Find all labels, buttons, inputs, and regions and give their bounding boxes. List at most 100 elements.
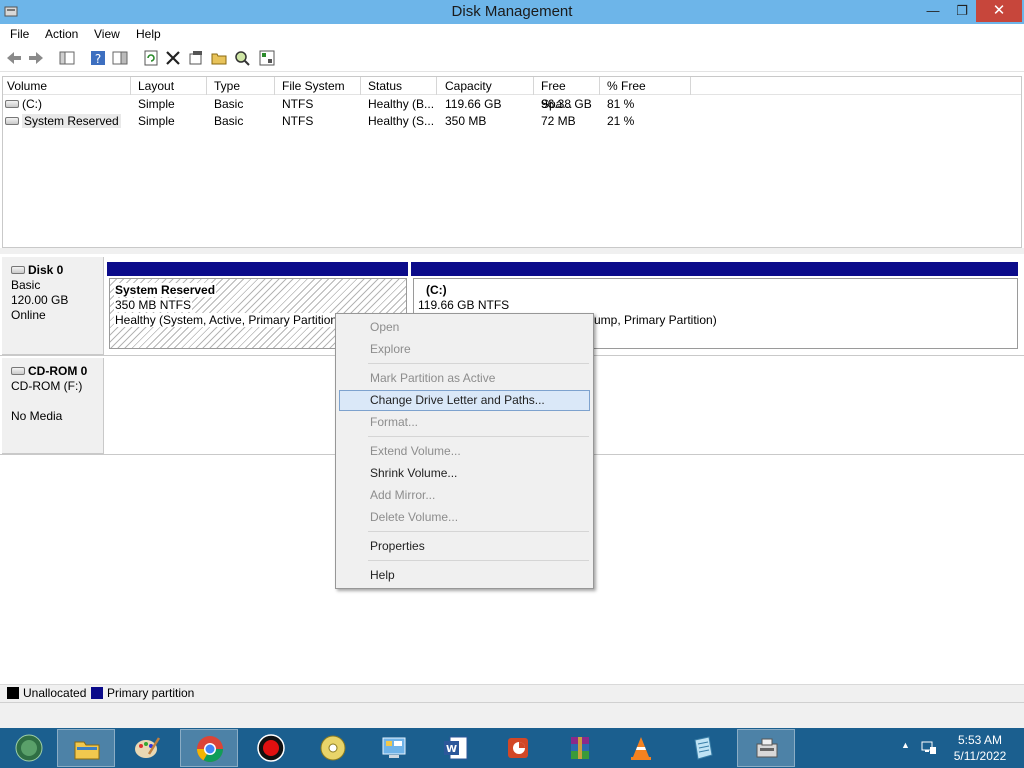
layout-cell: Simple xyxy=(138,114,175,128)
menu-item-change-drive-letter[interactable]: Change Drive Letter and Paths... xyxy=(339,390,590,411)
menu-item-properties[interactable]: Properties xyxy=(339,536,590,557)
menu-item-add-mirror[interactable]: Add Mirror... xyxy=(339,485,590,506)
taskbar-chrome[interactable] xyxy=(180,729,238,767)
legend-label: Primary partition xyxy=(107,686,195,700)
capacity-cell: 350 MB xyxy=(445,114,487,128)
legend: Unallocated Primary partition xyxy=(0,684,1024,702)
forward-icon[interactable] xyxy=(27,49,45,67)
menu-item-help[interactable]: Help xyxy=(339,565,590,586)
menu-bar: File Action View Help xyxy=(0,24,1024,44)
taskbar-powerpoint[interactable] xyxy=(489,729,547,767)
taskbar-dvd-player[interactable] xyxy=(304,729,362,767)
menu-item-format[interactable]: Format... xyxy=(339,412,590,433)
column-header-free-space[interactable]: Free Spa... xyxy=(537,77,600,111)
search-icon[interactable] xyxy=(233,49,251,67)
volume-name: (C:) xyxy=(22,97,42,111)
taskbar-clock[interactable]: 5:53 AM 5/11/2022 xyxy=(950,732,1010,764)
partition-color-bar xyxy=(411,262,1018,276)
drive-letter: CD-ROM (F:) xyxy=(11,379,83,393)
menu-item-open[interactable]: Open xyxy=(339,317,590,338)
window-title: Disk Management xyxy=(451,3,573,20)
type-cell: Basic xyxy=(214,97,244,111)
menu-separator xyxy=(368,560,589,561)
cdrom-0-label[interactable]: CD-ROM 0 CD-ROM (F:) No Media xyxy=(2,358,104,454)
minimize-button[interactable]: — xyxy=(918,0,948,22)
refresh-icon[interactable] xyxy=(142,49,160,67)
taskbar-recorder[interactable] xyxy=(242,729,300,767)
partition-size: 119.66 GB NTFS xyxy=(418,298,510,312)
primary-partition-swatch xyxy=(91,687,103,699)
taskbar-word[interactable]: W xyxy=(427,729,485,767)
unallocated-swatch xyxy=(7,687,19,699)
column-header-type[interactable]: Type xyxy=(210,77,275,95)
disk-state: Online xyxy=(11,308,46,322)
svg-text:W: W xyxy=(446,744,457,755)
menu-item-delete-volume[interactable]: Delete Volume... xyxy=(339,507,590,528)
taskbar-disk-management[interactable] xyxy=(737,729,795,767)
legend-label: Unallocated xyxy=(23,686,87,700)
partition-color-bar xyxy=(107,262,408,276)
disk-size: 120.00 GB xyxy=(11,293,69,307)
column-header-percent-free[interactable]: % Free xyxy=(603,77,691,95)
media-state: No Media xyxy=(11,409,63,423)
column-header-volume[interactable]: Volume xyxy=(3,77,131,95)
help-icon[interactable]: ? xyxy=(89,49,107,67)
menu-help[interactable]: Help xyxy=(136,27,161,41)
restore-button[interactable]: ❐ xyxy=(948,0,976,22)
taskbar: W ▲ 5:53 AM 5/11/2022 xyxy=(0,728,1024,768)
show-hidden-icons-icon[interactable]: ▲ xyxy=(901,740,910,750)
taskbar-vlc[interactable] xyxy=(612,729,670,767)
disk-0-label[interactable]: Disk 0 Basic 120.00 GB Online xyxy=(2,257,104,355)
hard-disk-icon xyxy=(11,265,25,274)
back-icon[interactable] xyxy=(5,49,23,67)
table-row[interactable]: System Reserved Simple Basic NTFS Health… xyxy=(3,113,1021,130)
menu-separator xyxy=(368,436,589,437)
column-header-status[interactable]: Status xyxy=(364,77,437,95)
action-pane-icon[interactable] xyxy=(111,49,129,67)
taskbar-notepad[interactable] xyxy=(674,729,732,767)
chrome-icon xyxy=(196,736,224,763)
partition-name: (C:) xyxy=(426,283,447,297)
view-settings-icon[interactable] xyxy=(258,49,276,67)
network-icon[interactable] xyxy=(921,740,937,756)
free-space-cell: 72 MB xyxy=(541,114,576,128)
column-header-capacity[interactable]: Capacity xyxy=(441,77,534,95)
column-header-file-system[interactable]: File System xyxy=(278,77,361,95)
menu-action[interactable]: Action xyxy=(45,27,78,41)
powerpoint-icon xyxy=(508,738,528,758)
drive-icon xyxy=(5,116,19,125)
disk-name: CD-ROM 0 xyxy=(28,364,88,378)
control-panel-icon xyxy=(382,737,406,758)
clock-time: 5:53 AM xyxy=(957,733,1003,747)
close-button[interactable]: ✕ xyxy=(976,0,1022,22)
menu-separator xyxy=(368,363,589,364)
taskbar-paint[interactable] xyxy=(118,729,176,767)
context-menu: Open Explore Mark Partition as Active Ch… xyxy=(335,313,594,589)
table-row[interactable]: (C:) Simple Basic NTFS Healthy (B... 119… xyxy=(3,96,1021,113)
drive-icon xyxy=(5,99,19,108)
taskbar-winrar[interactable] xyxy=(551,729,609,767)
show-hide-console-tree-icon[interactable] xyxy=(58,49,76,67)
menu-view[interactable]: View xyxy=(94,27,120,41)
start-orb-icon xyxy=(15,734,43,762)
menu-item-extend-volume[interactable]: Extend Volume... xyxy=(339,441,590,462)
open-folder-icon[interactable] xyxy=(210,49,228,67)
menu-file[interactable]: File xyxy=(10,27,29,41)
menu-separator xyxy=(368,531,589,532)
free-space-cell: 96.38 GB xyxy=(541,97,592,111)
start-orb-button[interactable] xyxy=(0,729,58,767)
menu-item-shrink-volume[interactable]: Shrink Volume... xyxy=(339,463,590,484)
menu-item-mark-active[interactable]: Mark Partition as Active xyxy=(339,368,590,389)
disk-management-icon xyxy=(756,738,778,758)
partition-name: System Reserved xyxy=(114,283,217,297)
capacity-cell: 119.66 GB xyxy=(445,97,502,111)
column-header-layout[interactable]: Layout xyxy=(134,77,207,95)
notepad-icon xyxy=(694,736,713,760)
winrar-icon xyxy=(571,737,589,759)
taskbar-control-panel[interactable] xyxy=(365,729,423,767)
menu-item-explore[interactable]: Explore xyxy=(339,339,590,360)
taskbar-file-explorer[interactable] xyxy=(57,729,115,767)
properties-icon[interactable] xyxy=(187,49,205,67)
delete-icon[interactable] xyxy=(164,49,182,67)
